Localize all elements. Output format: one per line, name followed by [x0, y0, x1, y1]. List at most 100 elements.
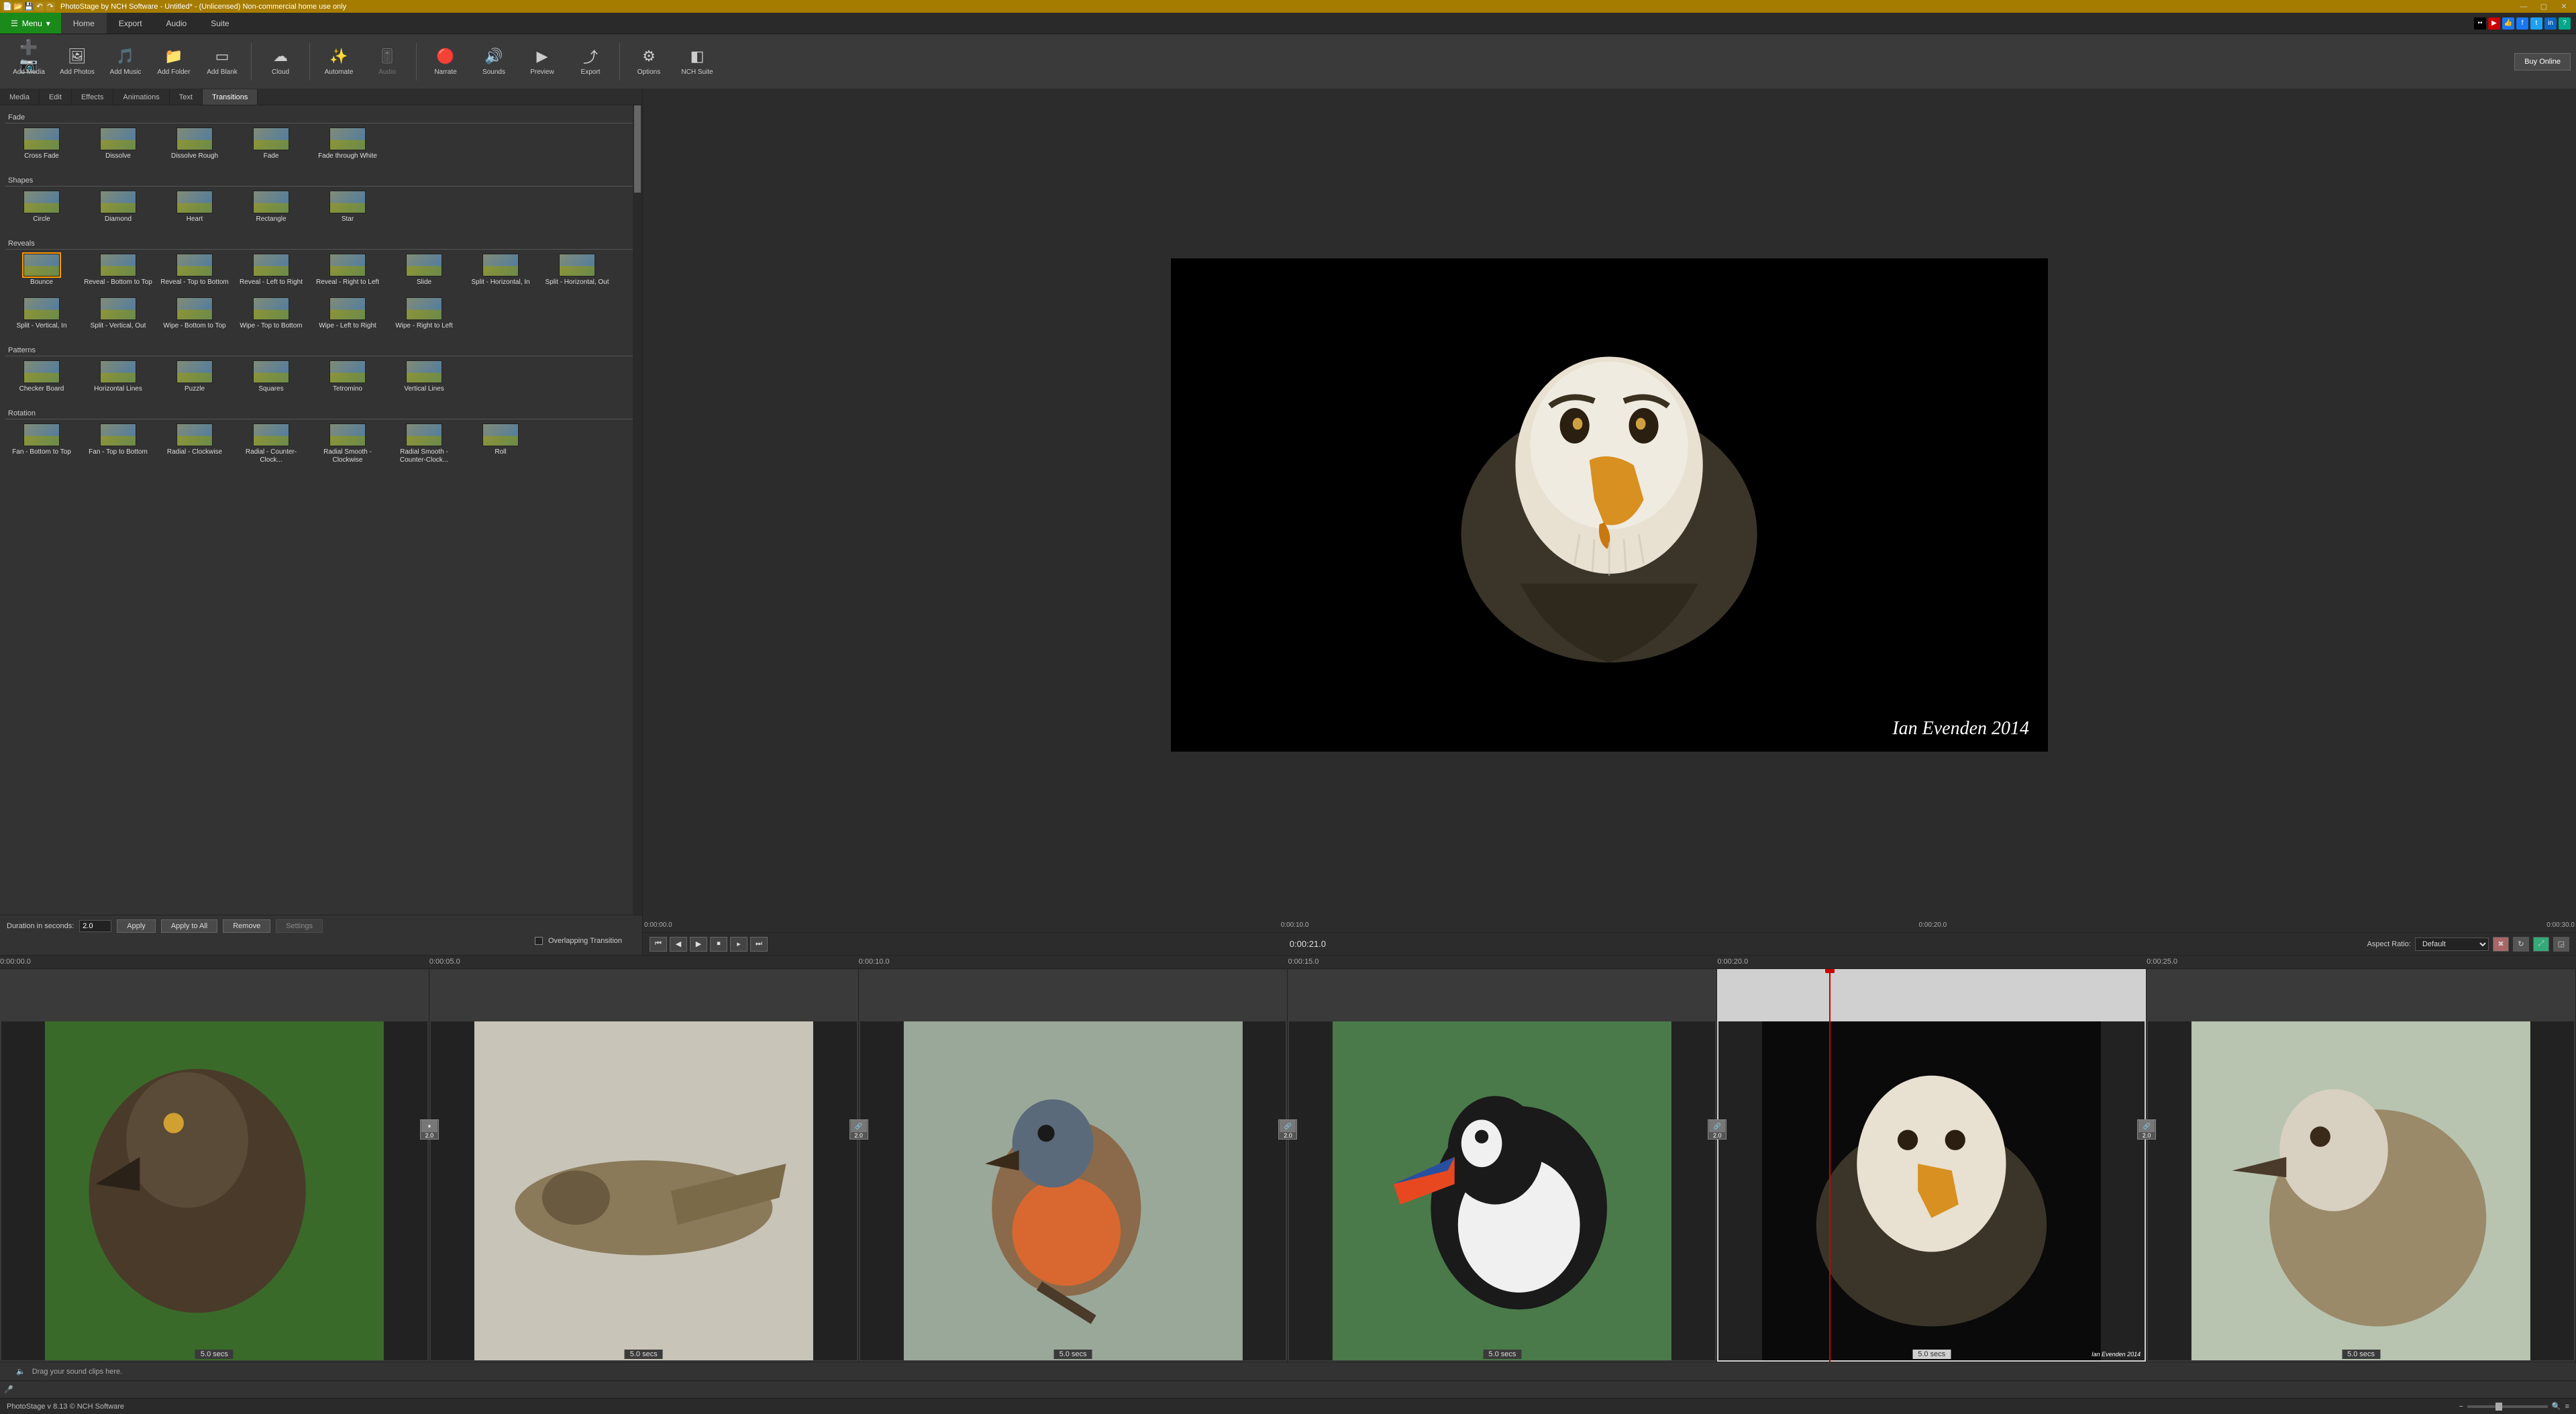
save-icon[interactable]: 💾: [24, 2, 34, 11]
twitter-icon[interactable]: t: [2530, 17, 2542, 30]
timeline-clip[interactable]: 5.0 secs🔗2.0: [1288, 969, 1717, 1362]
transition-roll[interactable]: Roll: [464, 423, 537, 464]
transition-reveal-top-to-bottom[interactable]: Reveal - Top to Bottom: [158, 254, 231, 293]
transition-chip[interactable]: 🔗2.0: [1708, 1119, 1727, 1140]
sound-track-row[interactable]: 🔈 Drag your sound clips here.: [0, 1362, 2576, 1380]
transition-diamond[interactable]: Diamond: [82, 191, 154, 230]
transition-fade-through-white[interactable]: Fade through White: [311, 128, 384, 167]
flickr-icon[interactable]: ••: [2474, 17, 2486, 30]
close-button[interactable]: ✕: [2555, 1, 2573, 13]
snapshot-button[interactable]: ✖: [2493, 937, 2509, 952]
transition-cross-fade[interactable]: Cross Fade: [5, 128, 78, 167]
transition-reveal-left-to-right[interactable]: Reveal - Left to Right: [235, 254, 307, 293]
toolbar-narrate[interactable]: 🔴Narrate: [422, 38, 469, 85]
remove-button[interactable]: Remove: [223, 919, 270, 933]
redo-icon[interactable]: ↷: [46, 2, 55, 11]
panel-tab-effects[interactable]: Effects: [72, 89, 113, 105]
buy-online-button[interactable]: Buy Online: [2514, 53, 2571, 70]
transition-chip[interactable]: 🔗2.0: [849, 1119, 868, 1140]
storyboard-row[interactable]: 5.0 secs5.0 secs⏸2.0 5.0 secs🔗2.0 5.0 secs…: [0, 969, 2576, 1362]
file-icon[interactable]: 📄: [3, 2, 12, 11]
tab-audio[interactable]: Audio: [154, 13, 199, 34]
transition-radial-smooth-clockwise[interactable]: Radial Smooth - Clockwise: [311, 423, 384, 464]
transition-wipe-right-to-left[interactable]: Wipe - Right to Left: [388, 297, 460, 337]
transition-slide[interactable]: Slide: [388, 254, 460, 293]
transition-reveal-right-to-left[interactable]: Reveal - Right to Left: [311, 254, 384, 293]
transition-reveal-bottom-to-top[interactable]: Reveal - Bottom to Top: [82, 254, 154, 293]
facebook-icon[interactable]: f: [2516, 17, 2528, 30]
timeline-clip[interactable]: 5.0 secs⏸2.0: [429, 969, 859, 1362]
apply-all-button[interactable]: Apply to All: [161, 919, 217, 933]
toolbar-audio[interactable]: 🎚Audio: [364, 38, 411, 85]
toolbar-add-media[interactable]: ➕📷Add Media: [5, 38, 52, 85]
undo-icon[interactable]: ↶: [35, 2, 44, 11]
toolbar-nch-suite[interactable]: ◧NCH Suite: [674, 38, 721, 85]
toolbar-add-music[interactable]: 🎵Add Music: [102, 38, 149, 85]
timeline-view-button[interactable]: ≡: [2565, 1403, 2569, 1411]
toolbar-automate[interactable]: ✨Automate: [315, 38, 362, 85]
transition-wipe-bottom-to-top[interactable]: Wipe - Bottom to Top: [158, 297, 231, 337]
transition-rectangle[interactable]: Rectangle: [235, 191, 307, 230]
toolbar-cloud[interactable]: ☁Cloud: [257, 38, 304, 85]
toolbar-sounds[interactable]: 🔊Sounds: [470, 38, 517, 85]
transition-chip[interactable]: 🔗2.0: [1278, 1119, 1297, 1140]
toolbar-add-photos[interactable]: 🖼Add Photos: [54, 38, 101, 85]
next-frame-button[interactable]: ▸: [730, 937, 748, 952]
transition-split-horizontal-out[interactable]: Split - Horizontal, Out: [541, 254, 613, 293]
toolbar-add-folder[interactable]: 📁Add Folder: [150, 38, 197, 85]
transition-wipe-top-to-bottom[interactable]: Wipe - Top to Bottom: [235, 297, 307, 337]
stop-button[interactable]: ⏹: [710, 937, 727, 952]
settings-button[interactable]: Settings: [276, 919, 323, 933]
preview-time-ruler[interactable]: 0:00:00.0 0:00:10.0 0:00:20.0 0:00:30.0: [643, 920, 2576, 932]
loop-button[interactable]: ↻: [2513, 937, 2529, 952]
minimize-button[interactable]: —: [2514, 1, 2533, 13]
transition-wipe-left-to-right[interactable]: Wipe - Left to Right: [311, 297, 384, 337]
help-icon[interactable]: ?: [2559, 17, 2571, 30]
linkedin-icon[interactable]: in: [2544, 17, 2557, 30]
transition-heart[interactable]: Heart: [158, 191, 231, 230]
last-frame-button[interactable]: ⏭: [750, 937, 768, 952]
panel-tab-text[interactable]: Text: [170, 89, 203, 105]
overlap-checkbox[interactable]: [535, 937, 543, 945]
transition-dissolve-rough[interactable]: Dissolve Rough: [158, 128, 231, 167]
tab-home[interactable]: Home: [61, 13, 107, 34]
transition-circle[interactable]: Circle: [5, 191, 78, 230]
transition-horizontal-lines[interactable]: Horizontal Lines: [82, 360, 154, 400]
play-button[interactable]: ▶: [690, 937, 707, 952]
open-icon[interactable]: 📂: [13, 2, 23, 11]
transition-tetromino[interactable]: Tetromino: [311, 360, 384, 400]
toolbar-add-blank[interactable]: ▭Add Blank: [199, 38, 246, 85]
prev-frame-button[interactable]: ◀: [670, 937, 687, 952]
toolbar-preview[interactable]: ▶Preview: [519, 38, 566, 85]
transition-checker-board[interactable]: Checker Board: [5, 360, 78, 400]
transition-chip[interactable]: ⏸2.0: [420, 1119, 439, 1140]
panel-tab-animations[interactable]: Animations: [113, 89, 169, 105]
detach-button[interactable]: ◲: [2553, 937, 2569, 952]
transition-vertical-lines[interactable]: Vertical Lines: [388, 360, 460, 400]
transition-split-vertical-out[interactable]: Split - Vertical, Out: [82, 297, 154, 337]
apply-button[interactable]: Apply: [117, 919, 156, 933]
youtube-icon[interactable]: ▶: [2488, 17, 2500, 30]
transition-radial-counter-clock-[interactable]: Radial - Counter-Clock...: [235, 423, 307, 464]
transitions-list[interactable]: FadeCross FadeDissolveDissolve RoughFade…: [0, 105, 642, 915]
transition-star[interactable]: Star: [311, 191, 384, 230]
transition-radial-smooth-counter-clock-[interactable]: Radial Smooth - Counter-Clock...: [388, 423, 460, 464]
transition-radial-clockwise[interactable]: Radial - Clockwise: [158, 423, 231, 464]
tab-suite[interactable]: Suite: [199, 13, 241, 34]
timeline-clip[interactable]: 5.0 secs🔗2.0: [2147, 969, 2576, 1362]
tab-export[interactable]: Export: [107, 13, 154, 34]
first-frame-button[interactable]: ⏮: [650, 937, 667, 952]
timeline-clip[interactable]: 5.0 secs: [0, 969, 429, 1362]
timeline-ruler[interactable]: 0:00:00.00:00:05.00:00:10.00:00:15.00:00…: [0, 956, 2576, 969]
thumbs-up-icon[interactable]: 👍: [2502, 17, 2514, 30]
zoom-in-button[interactable]: 🔍: [2552, 1402, 2561, 1411]
transition-fan-top-to-bottom[interactable]: Fan - Top to Bottom: [82, 423, 154, 464]
playhead[interactable]: [1829, 969, 1831, 1362]
zoom-out-button[interactable]: −: [2459, 1403, 2463, 1411]
transition-bounce[interactable]: Bounce: [5, 254, 78, 293]
timeline-clip[interactable]: Ian Evenden 20145.0 secs🔗2.0: [1717, 969, 2147, 1362]
narration-track-row[interactable]: 🎤: [0, 1380, 2576, 1398]
transition-split-horizontal-in[interactable]: Split - Horizontal, In: [464, 254, 537, 293]
menu-dropdown-button[interactable]: ☰ Menu ▾: [0, 13, 61, 34]
transition-squares[interactable]: Squares: [235, 360, 307, 400]
